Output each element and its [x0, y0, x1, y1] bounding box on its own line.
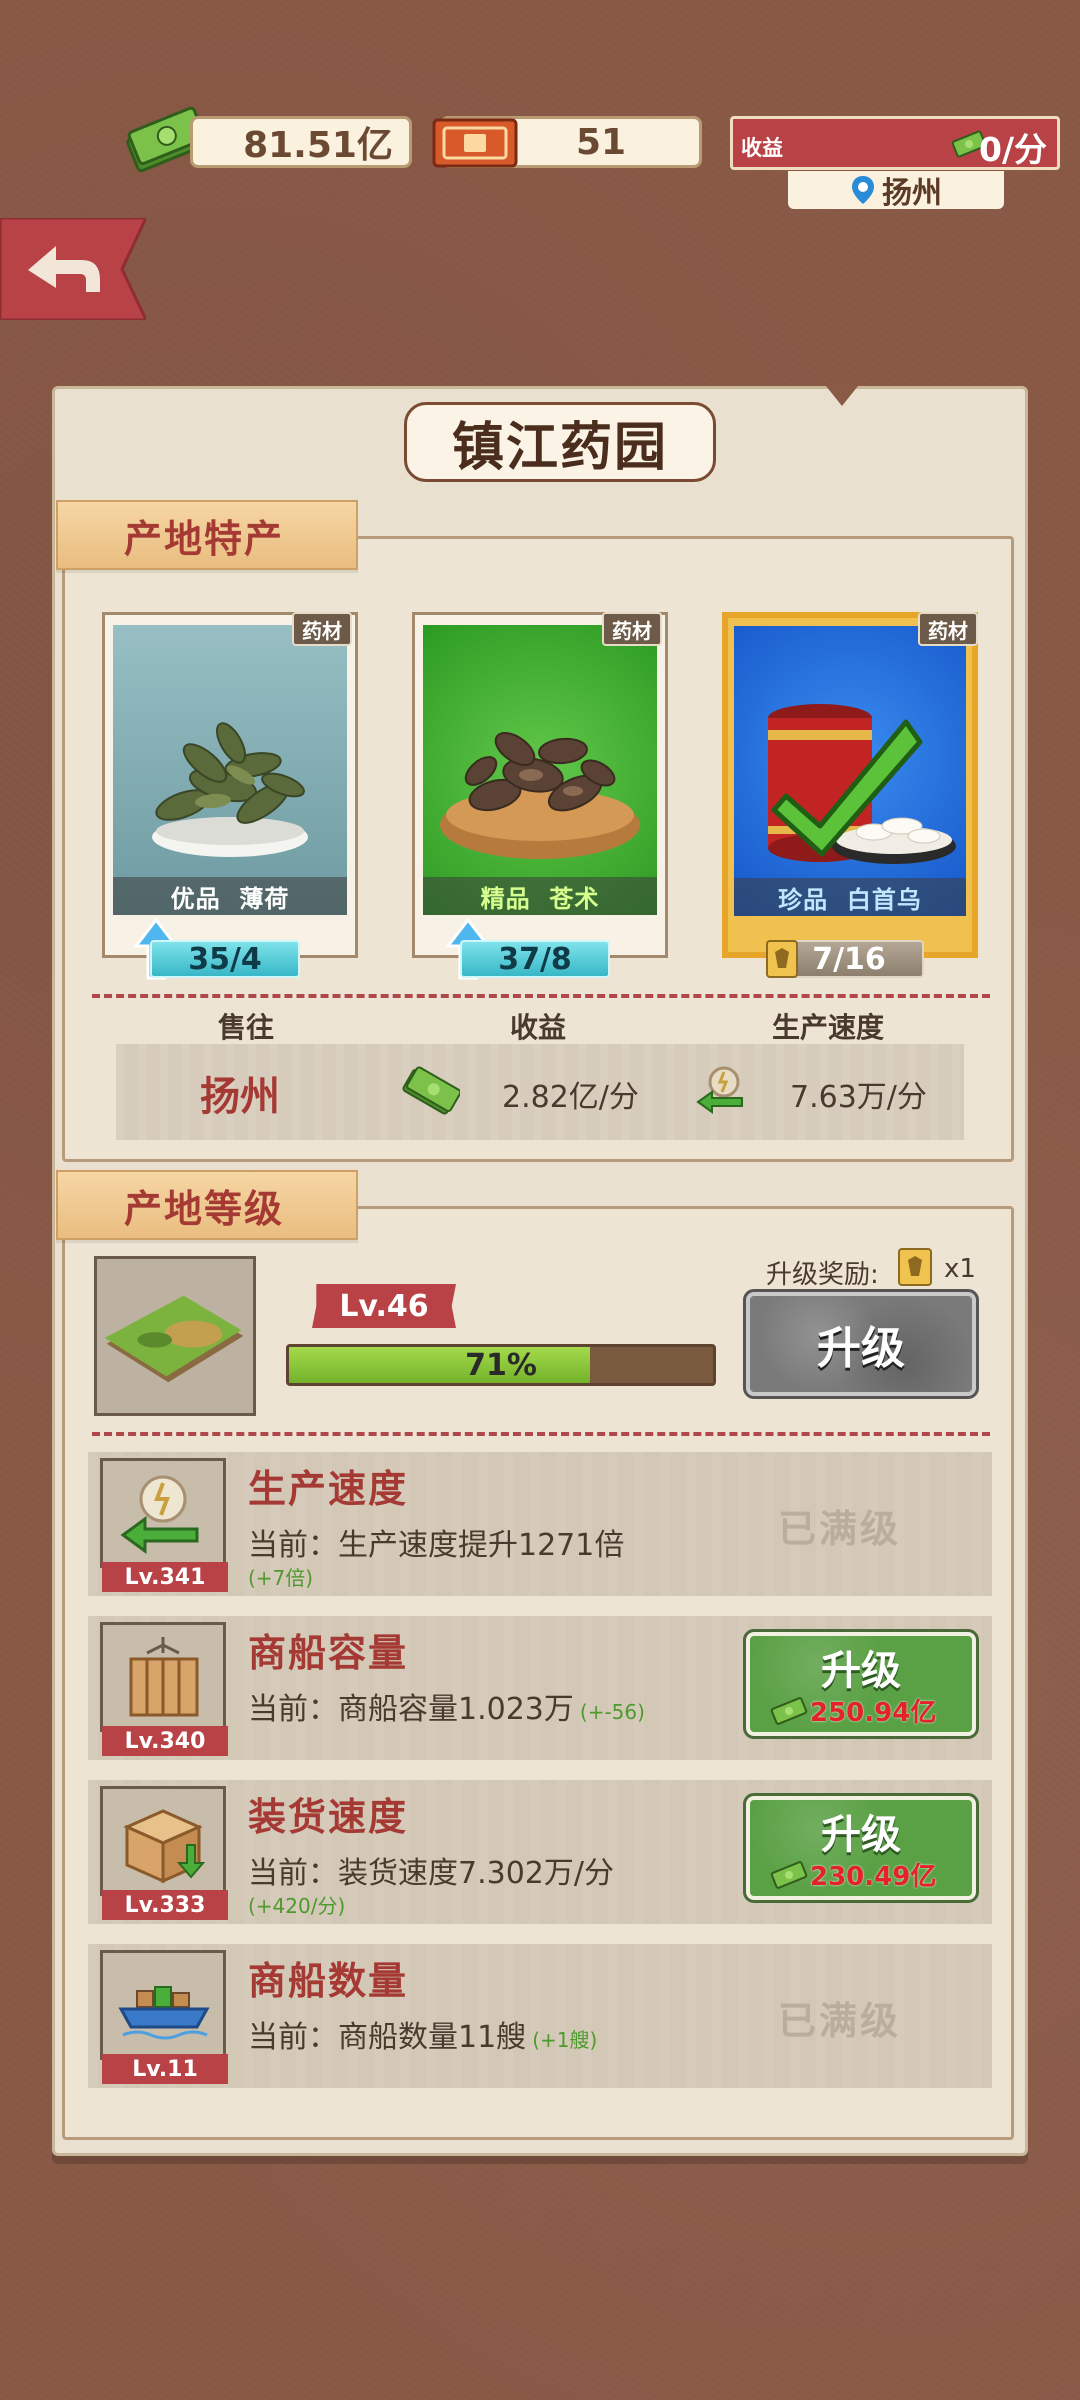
- cargo-ship-icon: [118, 1986, 210, 2040]
- product-tag-mint: 药材: [292, 612, 352, 646]
- upgrade-row-production-speed: Lv.341 生产速度 当前：生产速度提升1271倍 (+7倍) 已满级: [88, 1452, 992, 1596]
- loading-box-icon: [123, 1809, 206, 1884]
- location-name: 扬州: [882, 176, 942, 211]
- level-progress-bar: 71%: [286, 1344, 716, 1386]
- production-speed-icon: [120, 1475, 199, 1554]
- row-level: Lv.340: [102, 1726, 228, 1756]
- product-tag-atractylodes: 药材: [602, 612, 662, 646]
- upgrade-cost: 230.49亿: [810, 1862, 937, 1892]
- level-tab: 产地等级: [56, 1170, 358, 1240]
- row-title: 商船数量: [248, 1959, 409, 2003]
- location-indicator[interactable]: 扬州: [788, 171, 1004, 211]
- cash-icon: [402, 1066, 460, 1115]
- row-description: 当前：商船容量1.023万 (+-56): [248, 1692, 645, 1727]
- row-bonus: (+-56): [579, 1700, 645, 1724]
- income-stat-value: 2.82亿/分: [502, 1080, 639, 1115]
- loading-speed-upgrade-button[interactable]: 升级 230.49亿: [743, 1793, 979, 1903]
- maxed-label: 已满级: [778, 1999, 902, 2043]
- row-level: Lv.333: [102, 1890, 228, 1920]
- income-label: 收益: [741, 136, 783, 160]
- money-counter: 81.51亿: [190, 116, 412, 168]
- destination-value: 扬州: [200, 1074, 280, 1120]
- row-bonus: (+1艘): [532, 2028, 598, 2052]
- product-card-atractylodes[interactable]: 精品 苍术: [412, 612, 668, 958]
- cargo-crate-icon: [129, 1637, 199, 1717]
- row-icon-frame: [100, 1950, 226, 2060]
- panel-title: 镇江药园: [404, 402, 716, 482]
- product-tag-baishouwu: 药材: [918, 612, 978, 646]
- level-progress-text: 71%: [465, 1347, 537, 1383]
- cash-icon: [770, 1861, 808, 1889]
- section-divider: [92, 1432, 990, 1436]
- upgrade-button-label: 升级: [821, 1812, 901, 1858]
- ship-capacity-upgrade-button[interactable]: 升级 250.94亿: [743, 1629, 979, 1739]
- upgrade-button-label: 升级: [821, 1648, 901, 1694]
- upgrade-row-ship-capacity: Lv.340 商船容量 当前：商船容量1.023万 (+-56) 升级 250.9…: [88, 1616, 992, 1760]
- panel-notch: [826, 386, 858, 406]
- card-fragment-icon: [766, 940, 798, 978]
- row-level: Lv.11: [102, 2054, 228, 2084]
- atractylodes-image: [440, 732, 640, 859]
- specialty-tab: 产地特产: [56, 500, 358, 570]
- land-thumbnail: [94, 1256, 256, 1416]
- speed-stat-value: 7.63万/分: [790, 1080, 927, 1115]
- row-description: 当前：生产速度提升1271倍: [248, 1528, 625, 1563]
- income-value: 0/分: [978, 130, 1047, 169]
- row-title: 生产速度: [248, 1467, 409, 1511]
- income-stat-label: 收益: [509, 1011, 566, 1044]
- level-upgrade-button[interactable]: 升级: [743, 1289, 979, 1399]
- upgrade-row-loading-speed: Lv.333 装货速度 当前：装货速度7.302万/分 (+420/分) 升级 …: [88, 1780, 992, 1924]
- row-icon-frame: [100, 1622, 226, 1732]
- baishouwu-jar-image: [768, 704, 956, 864]
- row-description: 当前：装货速度7.302万/分: [248, 1856, 614, 1891]
- product-count-mint: 35/4: [150, 940, 300, 978]
- reward-count: x1: [944, 1254, 976, 1284]
- back-button[interactable]: [0, 218, 146, 320]
- product-card-mint[interactable]: 优品 薄荷: [102, 612, 358, 958]
- section-divider: [92, 994, 990, 998]
- product-name-baishouwu: 珍品 白首乌: [734, 878, 966, 916]
- money-value: 81.51亿: [243, 125, 393, 166]
- land-plot-image: [104, 1295, 244, 1383]
- ticket-icon: [432, 118, 518, 168]
- card-fragment-icon: [898, 1248, 932, 1286]
- product-count-atractylodes: 37/8: [460, 940, 610, 978]
- level-badge: Lv.46: [312, 1284, 456, 1328]
- row-bonus: (+7倍): [248, 1566, 314, 1590]
- row-description: 当前：商船数量11艘 (+1艘): [248, 2020, 598, 2055]
- reward-label: 升级奖励:: [766, 1260, 879, 1290]
- row-title: 装货速度: [248, 1795, 409, 1839]
- sell-to-label: 售往: [217, 1011, 274, 1044]
- row-level: Lv.341: [102, 1562, 228, 1592]
- upgrade-cost: 250.94亿: [810, 1698, 937, 1728]
- product-card-baishouwu[interactable]: 珍品 白首乌: [722, 612, 978, 958]
- row-bonus: (+420/分): [248, 1894, 346, 1918]
- production-speed-icon: [696, 1066, 743, 1114]
- mint-leaves-image: [152, 722, 308, 857]
- upgrade-row-ship-count: Lv.11 商船数量 当前：商船数量11艘 (+1艘) 已满级: [88, 1944, 992, 2088]
- location-pin-icon: [852, 176, 874, 204]
- product-name-atractylodes: 精品 苍术: [423, 877, 657, 915]
- row-icon-frame: [100, 1458, 226, 1568]
- income-display: 收益 0/分: [730, 116, 1060, 170]
- product-name-mint: 优品 薄荷: [113, 877, 347, 915]
- maxed-label: 已满级: [778, 1507, 902, 1551]
- cash-icon: [770, 1697, 808, 1725]
- row-title: 商船容量: [248, 1631, 409, 1675]
- row-icon-frame: [100, 1786, 226, 1896]
- speed-stat-label: 生产速度: [771, 1011, 884, 1044]
- ticket-value: 51: [575, 121, 627, 163]
